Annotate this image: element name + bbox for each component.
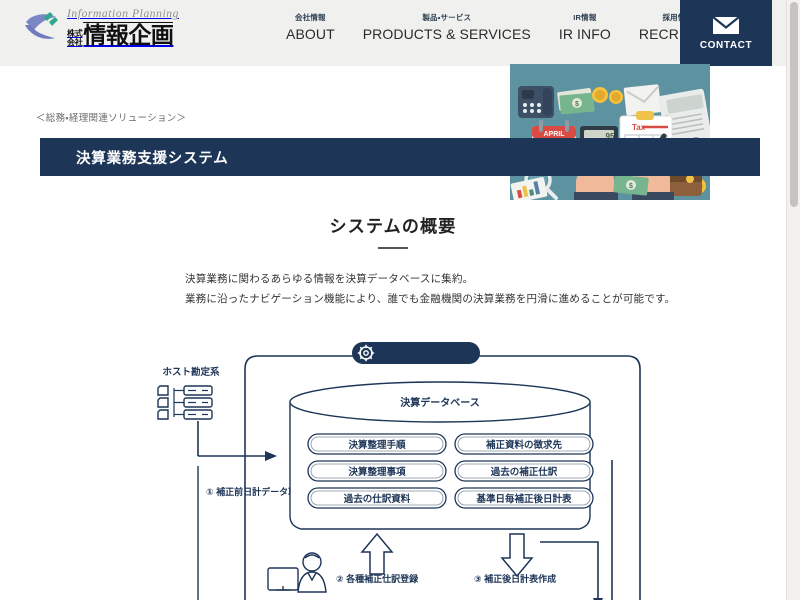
system-badge: 決算業務支援システム [352,342,480,364]
page-root: Information Planning 株式 会社 情報企画 会社情報 ABOU… [0,0,800,600]
envelope-illustration [623,84,662,116]
db-item-left-1-label: 決算整理事項 [348,466,406,478]
lead-line-1: 決算業務に関わるあらゆる情報を決算データベースに集約。 [185,273,474,285]
system-overview-diagram-svg: 決算業務支援システム ホスト勘定系 ① 補正前日計データ取得 決算データベース … [157,342,641,600]
person-at-computer-icon [267,552,327,593]
nav-item-products-services-jp: 製品・サービス [422,13,472,22]
db-item-right-0-label: 補正資料の徴求先 [486,439,563,451]
db-item-left-2: 過去の仕訳資料 [307,487,447,509]
calendar-month-label: APRIL [544,131,566,138]
db-item-left-0: 決算整理手順 [307,433,447,455]
site-header: Information Planning 株式 会社 情報企画 会社情報 ABOU… [0,0,786,66]
lead-line-2: 業務に沿ったナビゲーション機能により、誰でも金融機関の決算業務を円滑に進めること… [185,292,676,305]
vertical-scrollbar[interactable] [786,0,800,600]
db-item-left-2-label: 過去の仕訳資料 [344,493,411,505]
db-item-left-0-label: 決算整理手順 [348,439,406,451]
inner-right-connector [540,541,603,600]
logo-company-name: 情報企画 [83,21,174,48]
breadcrumb: ＜総務・経理関連ソリューション＞ [36,113,187,124]
contact-button-label: CONTACT [699,39,753,51]
step-3-arrow-down [500,533,534,578]
svg-text:$: $ [629,183,633,190]
banknote-bottom-illustration: $ [613,174,649,196]
logo-japanese-row: 株式 会社 情報企画 [67,21,179,48]
main-navigation: 会社情報 ABOUT 製品・サービス PRODUCTS & SERVICES I… [272,12,731,42]
logo-text-group: Information Planning 株式 会社 情報企画 [67,9,179,47]
step-2-arrow-up [360,532,394,575]
scrollbar-thumb[interactable] [790,2,798,207]
section-lead-text: 決算業務に関わるあらゆる情報を決算データベースに集約。 業務に沿ったナビゲーショ… [185,270,675,310]
envelope-icon [712,15,740,34]
db-item-right-0: 補正資料の徴求先 [454,433,594,455]
hero-illustration: $ APRIL 95 Tax $ [510,64,710,200]
db-item-right-2: 基準日毎補正後日計表 [454,487,594,509]
system-overview-diagram: 決算業務支援システム ホスト勘定系 ① 補正前日計データ取得 決算データベース … [140,330,660,600]
heading-divider [378,247,408,249]
page-title: 決算業務支援システム [76,150,229,167]
host-connector [197,421,277,461]
nav-item-ir-info[interactable]: IR情報 IR INFO [545,12,625,42]
nav-item-products-services-en: PRODUCTS & SERVICES [362,26,531,42]
system-badge-label: 決算業務支援システム [375,347,475,360]
database-label: 決算データベース [400,396,480,409]
section-heading: システムの概要 [329,217,457,236]
svg-text:$: $ [575,101,579,108]
db-item-left-1: 決算整理事項 [307,460,447,482]
db-item-right-1-label: 過去の補正仕訳 [491,466,558,478]
nav-item-ir-info-jp: IR情報 [573,13,597,22]
logo-english-tagline: Information Planning [67,8,179,21]
step-3-label: ③ 補正後日計表作成 [474,573,556,584]
nav-item-about-jp: 会社情報 [294,13,326,22]
logo-company-prefix: 株式 会社 [67,29,83,47]
db-item-right-1: 過去の補正仕訳 [454,460,594,482]
host-system-label: ホスト勘定系 [162,366,220,378]
nav-item-products-services[interactable]: 製品・サービス PRODUCTS & SERVICES [349,12,545,42]
nav-item-about[interactable]: 会社情報 ABOUT [272,12,349,42]
right-connector [611,460,613,600]
banknote-illustration: $ [557,87,595,115]
logo-mark-icon [25,12,58,39]
nav-item-about-en: ABOUT [286,26,335,42]
step-2-label: ② 各種補正仕訳登録 [336,573,419,584]
server-rack-icon [157,385,213,420]
page-title-bar: 決算業務支援システム [40,138,760,176]
db-item-right-2-label: 基準日毎補正後日計表 [475,493,572,505]
hero-illustration-svg: $ APRIL 95 Tax $ [510,64,710,200]
contact-button[interactable]: CONTACT [680,0,772,66]
site-logo[interactable]: Information Planning 株式 会社 情報企画 [22,8,179,48]
telephone-illustration [518,86,554,118]
nav-item-ir-info-en: IR INFO [558,26,611,42]
